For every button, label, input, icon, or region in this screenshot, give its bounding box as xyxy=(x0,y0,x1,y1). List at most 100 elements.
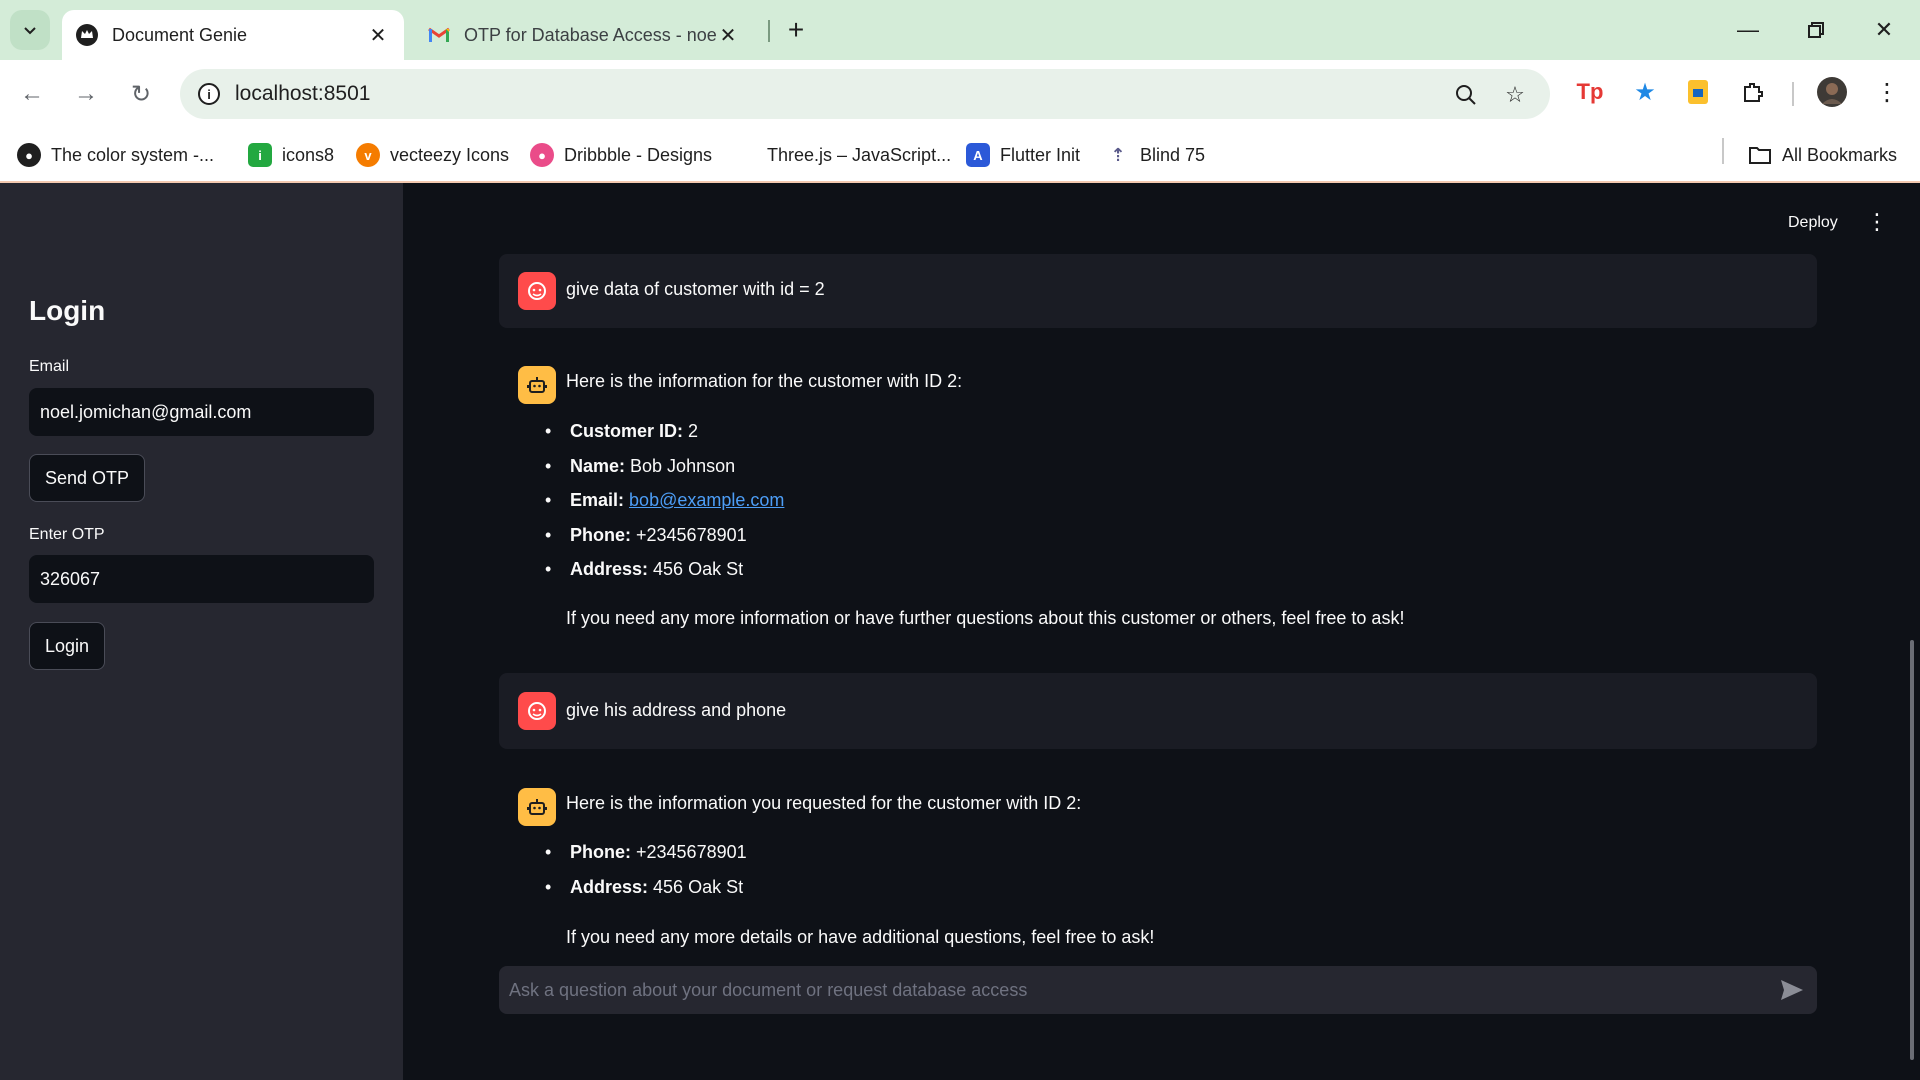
bookmark-star-icon[interactable]: ☆ xyxy=(1501,81,1529,109)
bookmarks-bar: ● The color system -... i icons8 v vecte… xyxy=(0,128,1920,183)
bookmark-item[interactable]: ● Dribbble - Designs xyxy=(530,140,712,170)
chat-input-box xyxy=(499,966,1817,1014)
bookmark-label: icons8 xyxy=(282,144,335,165)
message-text: Here is the information you requested fo… xyxy=(566,793,1082,813)
url-text: localhost:8501 xyxy=(235,82,371,105)
reload-icon[interactable]: ↻ xyxy=(121,74,161,114)
deploy-button[interactable]: Deploy xyxy=(1788,214,1838,232)
bookmark-divider xyxy=(1722,138,1724,164)
message-text: If you need any more information or have… xyxy=(566,608,1405,628)
user-message: give data of customer with id = 2 xyxy=(499,254,1817,328)
zoom-icon[interactable] xyxy=(1452,81,1480,109)
field-value: +2345678901 xyxy=(631,525,747,545)
browser-chrome: Document Genie ✕ OTP for Database Access… xyxy=(0,0,1920,183)
user-avatar-icon xyxy=(518,692,556,730)
email-label: Email xyxy=(29,358,70,375)
toolbar-divider xyxy=(1792,82,1794,106)
user-message: give his address and phone xyxy=(499,673,1817,749)
field-key: Customer ID: xyxy=(570,421,684,441)
bookmark-label: The color system -... xyxy=(51,144,215,165)
bookmark-item[interactable]: ● The color system -... xyxy=(17,140,214,170)
bookmark-item[interactable]: v vecteezy Icons xyxy=(356,140,509,170)
close-tab-icon[interactable]: ✕ xyxy=(366,23,390,47)
field-key: Phone: xyxy=(570,842,631,862)
tab-title: OTP for Database Access - noel xyxy=(464,24,716,45)
tab-search-button[interactable] xyxy=(10,10,50,50)
login-heading: Login xyxy=(29,295,106,326)
tab-title: Document Genie xyxy=(112,24,248,45)
tab-strip: Document Genie ✕ OTP for Database Access… xyxy=(0,0,1920,60)
list-item: Address: 456 Oak St xyxy=(545,559,744,580)
login-button[interactable]: Login xyxy=(29,622,106,670)
field-key: Phone: xyxy=(570,525,631,545)
new-tab-button[interactable]: + xyxy=(780,14,812,46)
email-field[interactable] xyxy=(29,388,374,436)
user-avatar-icon xyxy=(518,272,556,310)
field-key: Address: xyxy=(570,559,649,579)
close-tab-icon[interactable]: ✕ xyxy=(716,23,740,47)
dribbble-icon: ● xyxy=(530,143,554,167)
tp-extension-icon[interactable]: Tp xyxy=(1572,74,1608,110)
field-value: 456 Oak St xyxy=(648,559,744,579)
all-bookmarks-label: All Bookmarks xyxy=(1782,144,1898,165)
assistant-avatar-icon xyxy=(518,366,556,404)
bookmark-item[interactable]: ⇡ Blind 75 xyxy=(1106,140,1205,170)
list-item: Email: bob@example.com xyxy=(545,490,784,511)
browser-menu-icon[interactable]: ⋮ xyxy=(1869,74,1905,110)
site-info-icon[interactable]: i xyxy=(198,83,220,105)
email-link[interactable]: bob@example.com xyxy=(629,490,784,510)
field-value: 2 xyxy=(683,421,699,441)
tab-document-genie[interactable]: Document Genie ✕ xyxy=(62,10,404,60)
forward-arrow-icon[interactable]: → xyxy=(66,74,106,114)
field-value: 456 Oak St xyxy=(648,877,744,897)
list-item: Address: 456 Oak St xyxy=(545,877,744,898)
gmail-icon xyxy=(428,24,450,46)
assistant-avatar-icon xyxy=(518,788,556,826)
send-icon[interactable] xyxy=(1779,978,1805,1002)
chat-input[interactable] xyxy=(509,976,1749,1004)
bookmark-item[interactable]: Three.js – JavaScript... xyxy=(733,140,951,170)
field-value: +2345678901 xyxy=(631,842,747,862)
star-extension-icon[interactable]: ★ xyxy=(1627,74,1663,110)
address-bar[interactable]: i localhost:8501 ☆ xyxy=(180,69,1550,119)
list-item: Customer ID: 2 xyxy=(545,421,699,442)
profile-avatar[interactable] xyxy=(1814,74,1850,110)
message-text: Here is the information for the customer… xyxy=(566,371,963,391)
bookmark-label: Flutter Init xyxy=(1000,144,1081,165)
otp-field[interactable] xyxy=(29,555,374,603)
bookmark-label: vecteezy Icons xyxy=(390,144,510,165)
minimize-icon[interactable]: — xyxy=(1724,10,1772,50)
all-bookmarks-button[interactable]: All Bookmarks xyxy=(1748,140,1897,170)
restore-icon[interactable] xyxy=(1792,10,1840,50)
bookmark-item[interactable]: i icons8 xyxy=(248,140,334,170)
doc-extension-icon[interactable] xyxy=(1680,74,1716,110)
back-arrow-icon[interactable]: ← xyxy=(12,74,52,114)
list-item: Phone: +2345678901 xyxy=(545,842,747,863)
icons8-icon: i xyxy=(248,143,272,167)
folder-icon xyxy=(1748,143,1772,167)
bookmark-label: Three.js – JavaScript... xyxy=(767,144,952,165)
tab-separator xyxy=(768,20,770,42)
scrollbar[interactable] xyxy=(1910,640,1914,1060)
main-menu-icon[interactable]: ⋮ xyxy=(1866,211,1888,233)
otp-label: Enter OTP xyxy=(29,526,105,543)
message-text: give his address and phone xyxy=(566,700,787,720)
github-icon: ● xyxy=(17,143,41,167)
close-window-icon[interactable]: ✕ xyxy=(1860,10,1908,50)
flutter-icon: A xyxy=(966,143,990,167)
bookmark-label: Dribbble - Designs xyxy=(564,144,713,165)
tab-gmail-otp[interactable]: OTP for Database Access - noel ✕ xyxy=(414,10,754,60)
vecteezy-icon: v xyxy=(356,143,380,167)
chevron-down-icon xyxy=(24,27,36,35)
threejs-icon xyxy=(733,143,757,167)
rocket-icon: ⇡ xyxy=(1110,144,1126,165)
send-otp-button[interactable]: Send OTP xyxy=(29,454,146,502)
field-key: Address: xyxy=(570,877,649,897)
field-key: Name: xyxy=(570,456,626,476)
list-item: Phone: +2345678901 xyxy=(545,525,747,546)
bookmark-item[interactable]: A Flutter Init xyxy=(966,140,1080,170)
extensions-puzzle-icon[interactable] xyxy=(1735,74,1771,110)
sidebar: Login Email Send OTP Enter OTP Login xyxy=(0,183,403,1080)
streamlit-crown-icon xyxy=(76,24,98,46)
field-value: Bob Johnson xyxy=(625,456,736,476)
